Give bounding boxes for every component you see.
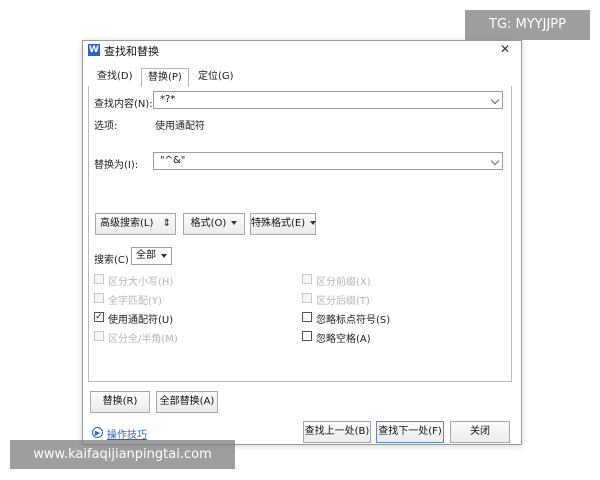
ignore-whitespace-label: 忽略空格(A): [316, 334, 371, 345]
match-case-checkbox[interactable]: [94, 274, 104, 284]
wps-writer-icon: W: [88, 44, 100, 56]
replace-input[interactable]: "^&": [153, 152, 503, 170]
search-scope-value: 全部: [136, 250, 156, 261]
match-case-label: 区分大小写(H): [108, 277, 174, 288]
special-format-button[interactable]: 特殊格式(E): [250, 213, 317, 235]
use-wildcards-checkbox[interactable]: ✓: [94, 312, 104, 322]
options-label: 选项:: [94, 121, 118, 132]
whole-word-label: 全字匹配(Y): [108, 296, 162, 307]
close-icon[interactable]: ✕: [498, 41, 512, 57]
replace-label: 替换为(I):: [94, 160, 139, 171]
find-input-value: *?*: [160, 94, 176, 105]
match-suffix-checkbox[interactable]: [302, 293, 312, 303]
replace-input-value: "^&": [160, 155, 186, 166]
replace-button[interactable]: 替换(R): [90, 391, 150, 413]
options-value: 使用通配符: [155, 121, 205, 132]
dropdown-arrow-icon: [161, 254, 167, 258]
close-button[interactable]: 关闭: [450, 421, 510, 443]
watermark-bottom: www.kaifaqijianpingtai.com: [10, 440, 235, 469]
ignore-punctuation-label: 忽略标点符号(S): [316, 315, 391, 326]
find-previous-button[interactable]: 查找上一处(B): [303, 421, 371, 443]
ignore-whitespace-checkbox[interactable]: [302, 331, 312, 341]
ignore-punctuation-checkbox[interactable]: [302, 312, 312, 322]
use-wildcards-label: 使用通配符(U): [108, 315, 174, 326]
full-half-width-label: 区分全/半角(M): [108, 334, 178, 345]
dropdown-arrow-icon: [231, 221, 238, 225]
tab-goto[interactable]: 定位(G): [192, 68, 240, 86]
format-label: 格式(O): [190, 218, 227, 229]
advanced-search-button[interactable]: 高级搜索(L) ⇕: [95, 213, 176, 235]
play-help-icon[interactable]: ▶: [92, 427, 103, 438]
tab-replace[interactable]: 替换(P): [141, 68, 189, 87]
whole-word-checkbox[interactable]: [94, 293, 104, 303]
match-prefix-checkbox[interactable]: [302, 274, 312, 284]
find-next-button[interactable]: 查找下一处(F): [376, 421, 444, 443]
tab-find[interactable]: 查找(D): [91, 68, 139, 86]
replace-all-button[interactable]: 全部替换(A): [156, 391, 218, 413]
match-prefix-label: 区分前缀(X): [316, 277, 371, 288]
full-half-width-checkbox[interactable]: [94, 331, 104, 341]
find-label: 查找内容(N):: [94, 99, 153, 110]
watermark-top: TG: MYYJJPP: [465, 10, 590, 40]
advanced-search-label: 高级搜索(L): [100, 218, 154, 229]
dialog-title: 查找和替换: [104, 45, 159, 58]
find-input[interactable]: *?*: [153, 91, 503, 109]
match-suffix-label: 区分后缀(T): [316, 296, 370, 307]
dropdown-arrow-icon: [310, 221, 317, 225]
expand-collapse-icon: ⇕: [162, 218, 171, 229]
chevron-down-icon[interactable]: [490, 95, 500, 105]
special-format-label: 特殊格式(E): [251, 218, 306, 229]
format-button[interactable]: 格式(O): [183, 213, 245, 235]
search-scope-select[interactable]: 全部: [131, 247, 172, 265]
chevron-down-icon[interactable]: [490, 156, 500, 166]
operation-tips-link[interactable]: 操作技巧: [107, 426, 147, 441]
search-scope-label: 搜索(C): [94, 255, 129, 266]
